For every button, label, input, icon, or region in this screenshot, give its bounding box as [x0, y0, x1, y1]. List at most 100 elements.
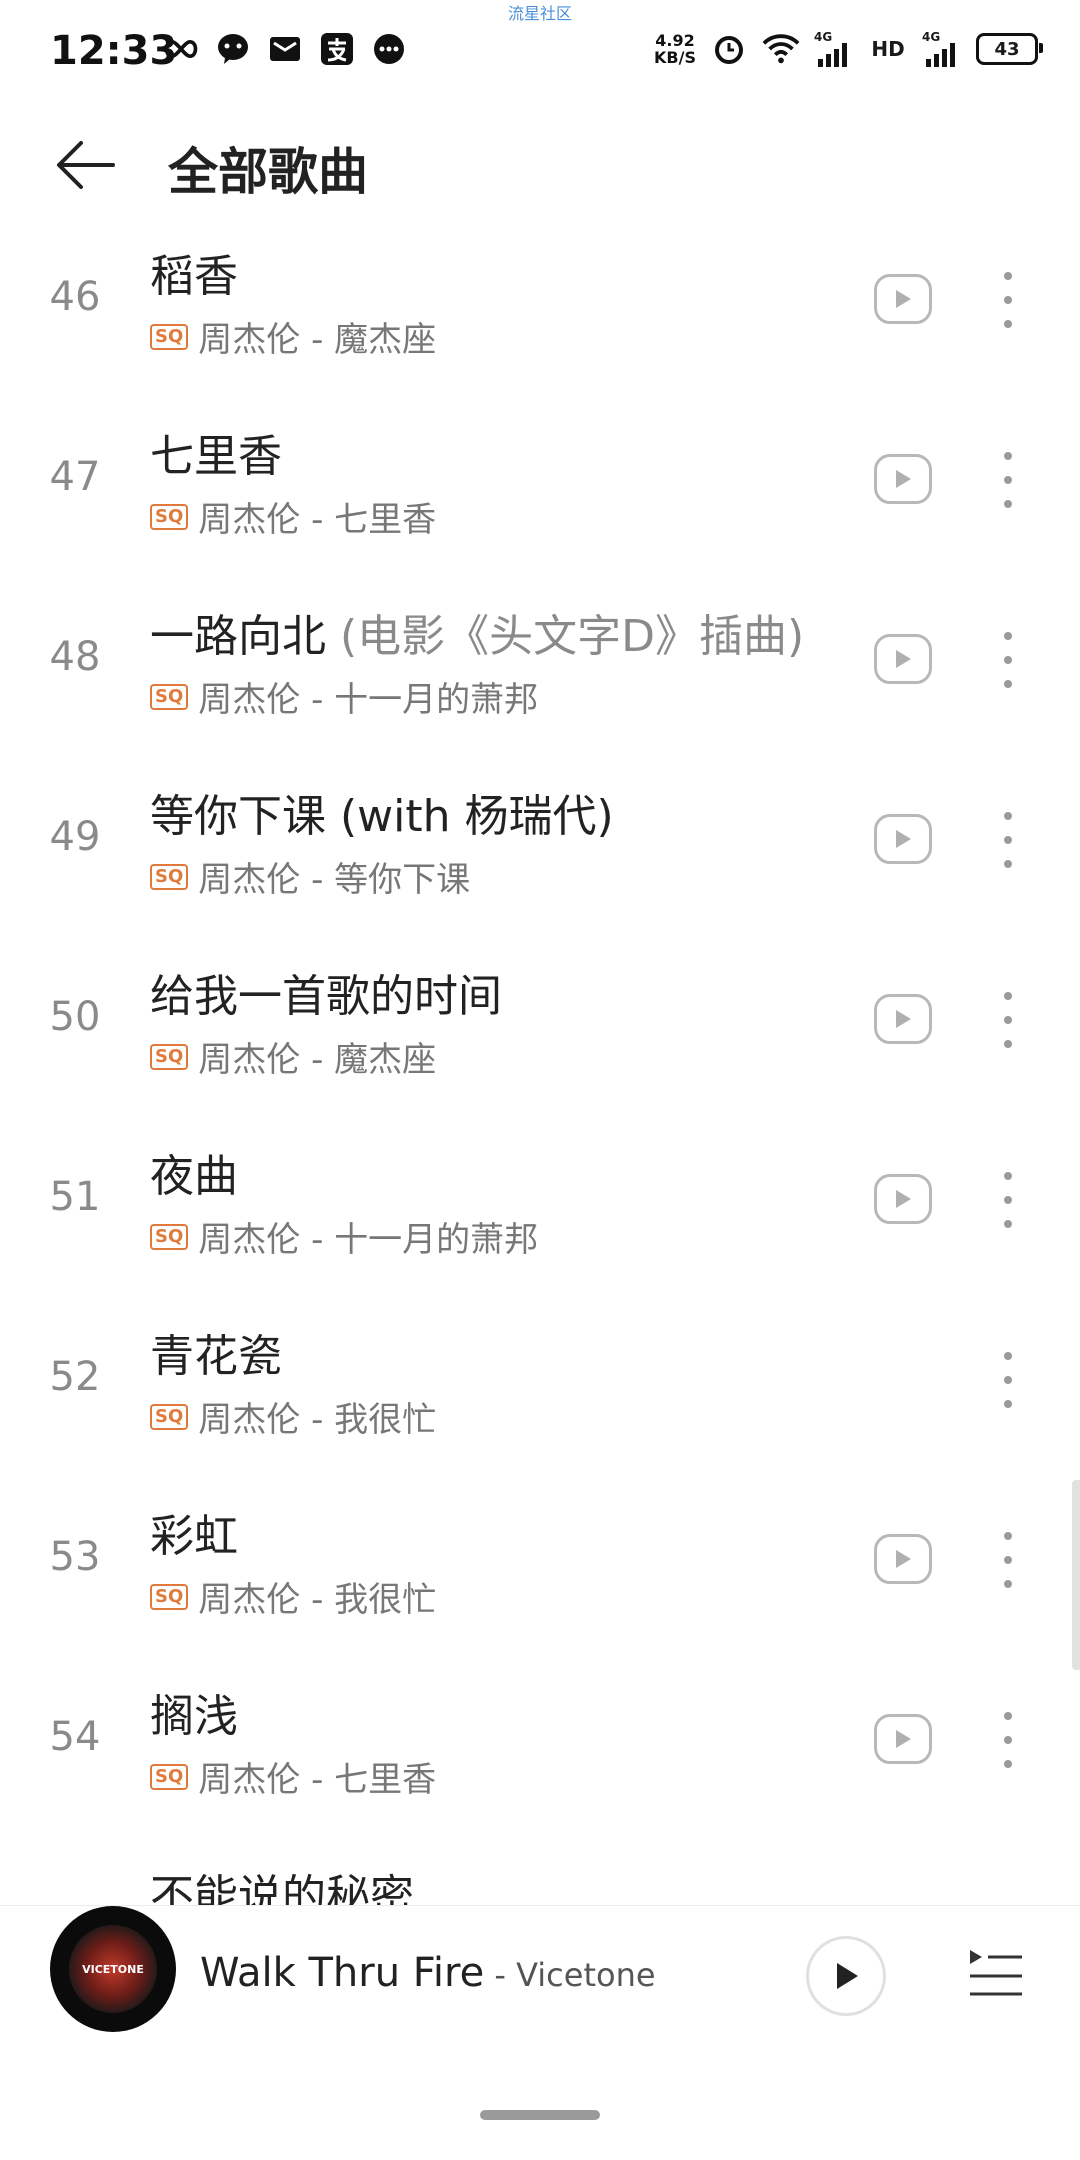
song-title-text: 给我一首歌的时间	[150, 971, 502, 1022]
song-list[interactable]: 46 稻香 SQ 周杰伦 - 魔杰座 47 七里香 SQ 周杰伦 - 七里香 48 …	[0, 230, 1080, 1905]
song-row[interactable]: 53 彩虹 SQ 周杰伦 - 我很忙	[0, 1490, 1080, 1670]
more-icon	[1004, 1760, 1012, 1768]
song-row[interactable]: 52 青花瓷 SQ 周杰伦 - 我很忙	[0, 1310, 1080, 1490]
song-meta: SQ 周杰伦 - 十一月的萧邦	[150, 672, 538, 721]
play-icon	[896, 650, 911, 668]
song-row[interactable]: 51 夜曲 SQ 周杰伦 - 十一月的萧邦	[0, 1130, 1080, 1310]
more-icon	[1004, 1532, 1012, 1540]
scrollbar[interactable]	[1072, 1480, 1080, 1670]
play-icon	[896, 1190, 911, 1208]
now-playing-info[interactable]: Walk Thru Fire - Vicetone	[200, 1950, 656, 1996]
more-options-button[interactable]	[995, 1172, 1021, 1228]
song-title-text: 青花瓷	[150, 1331, 282, 1382]
play-icon	[896, 1730, 911, 1748]
status-time: 12:33	[50, 28, 178, 74]
more-icon	[1004, 680, 1012, 688]
now-playing-separator: -	[484, 1956, 517, 1994]
more-options-button[interactable]	[995, 272, 1021, 328]
notification-icons	[162, 30, 408, 68]
now-playing-title: Walk Thru Fire	[200, 1950, 485, 1996]
more-icon	[1004, 812, 1012, 820]
playlist-icon	[970, 1950, 1022, 1996]
more-icon	[1004, 320, 1012, 328]
page-title: 全部歌曲	[168, 143, 368, 201]
play-button[interactable]	[874, 1714, 932, 1764]
more-options-button[interactable]	[995, 992, 1021, 1048]
sq-badge: SQ	[150, 1403, 189, 1430]
song-title-text: 七里香	[150, 431, 282, 482]
song-row[interactable]: 47 七里香 SQ 周杰伦 - 七里香	[0, 410, 1080, 590]
song-index: 46	[49, 274, 101, 320]
song-index: 50	[49, 994, 101, 1040]
song-index: 53	[49, 1534, 101, 1580]
back-button[interactable]	[50, 130, 120, 200]
more-icon	[1004, 1172, 1012, 1180]
song-title: 青花瓷	[150, 1320, 282, 1384]
more-icon	[1004, 1580, 1012, 1588]
play-button[interactable]	[874, 814, 932, 864]
song-artist-album: 周杰伦 - 等你下课	[198, 860, 471, 900]
watermark-text: 流星社区	[507, 4, 572, 23]
play-button[interactable]	[874, 1534, 932, 1584]
song-row[interactable]: 48 一路向北 (电影《头文字D》插曲) SQ 周杰伦 - 十一月的萧邦	[0, 590, 1080, 770]
sq-badge: SQ	[150, 1763, 189, 1790]
battery-indicator: 43	[976, 33, 1043, 65]
song-artist-album: 周杰伦 - 七里香	[198, 500, 437, 540]
sq-badge: SQ	[150, 683, 189, 710]
sq-badge: SQ	[150, 1043, 189, 1070]
signal-4g-icon: 4G	[814, 30, 854, 68]
home-indicator[interactable]	[480, 2110, 600, 2120]
wechat-icon	[214, 30, 252, 68]
song-row[interactable]: 54 搁浅 SQ 周杰伦 - 七里香	[0, 1670, 1080, 1850]
sq-badge: SQ	[150, 503, 189, 530]
song-row[interactable]: 46 稻香 SQ 周杰伦 - 魔杰座	[0, 230, 1080, 410]
song-index: 48	[49, 634, 101, 680]
song-artist-album: 周杰伦 - 魔杰座	[198, 1040, 437, 1080]
app-header: 全部歌曲	[0, 110, 1080, 230]
more-icon	[1004, 1040, 1012, 1048]
song-artist-album: 周杰伦 - 七里香	[198, 1760, 437, 1800]
play-button[interactable]	[874, 1174, 932, 1224]
more-options-button[interactable]	[995, 1532, 1021, 1588]
play-button[interactable]	[874, 274, 932, 324]
song-title-text: 稻香	[150, 251, 238, 302]
song-artist-album: 周杰伦 - 十一月的萧邦	[198, 1220, 539, 1260]
now-playing-play-button[interactable]	[806, 1936, 886, 2016]
song-subtitle: (电影《头文字D》插曲)	[340, 611, 805, 662]
play-button[interactable]	[874, 994, 932, 1044]
album-art[interactable]: VICETONE	[50, 1906, 176, 2032]
now-playing-artist: Vicetone	[516, 1956, 656, 1994]
play-icon	[896, 830, 911, 848]
more-options-button[interactable]	[995, 452, 1021, 508]
playlist-queue-button[interactable]	[966, 1944, 1026, 2004]
song-row[interactable]: 50 给我一首歌的时间 SQ 周杰伦 - 魔杰座	[0, 950, 1080, 1130]
play-icon	[896, 470, 911, 488]
song-title-text: 一路向北	[150, 611, 326, 662]
alipay-icon	[318, 30, 356, 68]
more-options-button[interactable]	[995, 812, 1021, 868]
song-meta: SQ 周杰伦 - 十一月的萧邦	[150, 1212, 538, 1261]
more-icon	[1004, 632, 1012, 640]
song-meta: SQ 周杰伦 - 七里香	[150, 492, 436, 541]
wifi-icon	[762, 30, 800, 68]
song-title: 一路向北 (电影《头文字D》插曲)	[150, 600, 804, 664]
song-meta: SQ 周杰伦 - 我很忙	[150, 1572, 436, 1621]
more-options-button[interactable]	[995, 1352, 1021, 1408]
network-speed: 4.92 KB/S	[654, 32, 696, 66]
song-title-text: 夜曲	[150, 1151, 238, 1202]
more-icon	[1004, 1016, 1012, 1024]
more-options-button[interactable]	[995, 1712, 1021, 1768]
more-icon	[1004, 1556, 1012, 1564]
song-title-text: 搁浅	[150, 1691, 238, 1742]
play-button[interactable]	[874, 634, 932, 684]
song-row[interactable]: 49 等你下课 (with 杨瑞代) SQ 周杰伦 - 等你下课	[0, 770, 1080, 950]
song-title: 搁浅	[150, 1680, 238, 1744]
song-row[interactable]: 不能说的秘密	[0, 1850, 1080, 1905]
play-button[interactable]	[874, 454, 932, 504]
more-options-button[interactable]	[995, 632, 1021, 688]
album-art-disc: VICETONE	[69, 1925, 157, 2013]
image-message-icon	[266, 30, 304, 68]
song-artist-album: 周杰伦 - 魔杰座	[198, 320, 437, 360]
more-icon	[1004, 860, 1012, 868]
mini-player[interactable]: VICETONE Walk Thru Fire - Vicetone	[0, 1905, 1080, 2071]
